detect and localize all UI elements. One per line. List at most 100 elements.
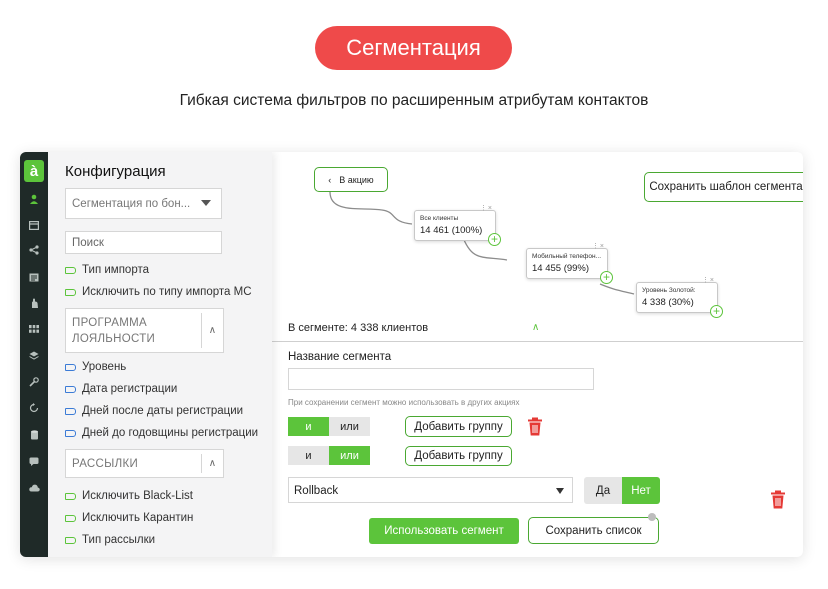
back-button[interactable]: ‹ В акцию [314, 167, 388, 192]
app-logo[interactable]: à [24, 160, 44, 182]
tag-icon [65, 536, 76, 544]
list-item-registration-date[interactable]: Дата регистрации [65, 383, 177, 395]
configuration-panel: Конфигурация Сегментация по бон... Поиск… [48, 152, 272, 557]
chevron-down-icon [556, 488, 564, 494]
list-item-exclude-quarantine[interactable]: Исключить Карантин [65, 512, 193, 524]
accordion-mailings[interactable]: РАССЫЛКИ ∧ [65, 449, 224, 478]
segment-name-hint: При сохранении сегмент можно использоват… [288, 398, 520, 407]
panel-title: Конфигурация [65, 163, 166, 180]
node-controls[interactable]: ⋮× [480, 204, 493, 212]
chevron-left-icon: ‹ [328, 174, 332, 185]
sync-icon[interactable] [28, 403, 40, 413]
share-icon[interactable] [28, 245, 40, 255]
trash-icon[interactable] [769, 490, 787, 509]
resize-handle[interactable] [648, 513, 656, 521]
segment-select-value: Сегментация по бон... [72, 198, 191, 210]
no-option[interactable]: Нет [622, 477, 660, 504]
accordion-label: РАССЫЛКИ [72, 458, 139, 470]
use-segment-button[interactable]: Использовать сегмент [369, 518, 519, 544]
rollback-select[interactable]: Rollback [288, 477, 573, 503]
chat-icon[interactable] [28, 456, 40, 466]
chevron-down-icon [201, 200, 211, 206]
node-title: Все клиенты [420, 215, 459, 222]
add-node-icon[interactable]: + [710, 305, 723, 318]
save-list-label: Сохранить список [545, 524, 642, 537]
tag-icon [65, 492, 76, 500]
chevron-up-icon[interactable]: ∧ [201, 454, 223, 473]
segment-select[interactable]: Сегментация по бон... [65, 188, 222, 219]
segment-count: В сегменте: 4 338 клиентов [288, 322, 429, 334]
tag-icon [65, 363, 76, 371]
tag-icon [65, 288, 76, 296]
yes-option[interactable]: Да [584, 477, 622, 504]
node-value: 14 461 (100%) [420, 225, 483, 236]
add-node-icon[interactable]: + [600, 271, 613, 284]
and-option[interactable]: и [288, 446, 329, 465]
save-template-label: Сохранить шаблон сегмента [649, 181, 803, 193]
flow-node[interactable]: ⋮× Уровень Золотой: 4 338 (30%) + [636, 277, 723, 318]
user-icon[interactable] [28, 194, 40, 204]
list-item-mailing-type[interactable]: Тип рассылки [65, 534, 155, 546]
node-title: Уровень Золотой: [642, 287, 696, 294]
window-icon[interactable] [28, 220, 40, 230]
node-controls[interactable]: ⋮× [592, 242, 605, 250]
list-item-label: Исключить по типу импорта МС [82, 286, 252, 298]
wrench-icon[interactable] [28, 377, 40, 387]
tag-icon [65, 429, 76, 437]
flow-node[interactable]: ⋮× Мобильный телефон... 14 455 (99%) + [526, 243, 613, 284]
grid-icon[interactable] [28, 324, 40, 334]
cloud-icon[interactable] [28, 483, 40, 493]
and-or-toggle[interactable]: и или [288, 417, 370, 436]
section-subtitle: Гибкая система фильтров по расширенным а… [179, 92, 649, 109]
list-item-exclude-blacklist[interactable]: Исключить Black-List [65, 490, 193, 502]
chevron-up-icon[interactable]: ∧ [532, 322, 539, 333]
node-value: 14 455 (99%) [532, 263, 590, 274]
section-badge: Сегментация [315, 26, 512, 70]
list-item-label: Исключить Карантин [82, 512, 194, 524]
search-input[interactable]: Поиск [65, 231, 222, 254]
accordion-label: ПРОГРАММА [72, 317, 147, 329]
tag-icon [65, 514, 76, 522]
icon-rail: à [20, 152, 48, 557]
chevron-up-icon[interactable]: ∧ [201, 313, 223, 348]
add-group-button[interactable]: Добавить группу [405, 416, 512, 437]
trash-icon[interactable] [526, 417, 544, 436]
yes-no-toggle[interactable]: Да Нет [584, 477, 660, 504]
app-window: à Конфигурация Сегментация по бон... Пои… [20, 152, 803, 557]
segment-editor: ‹ В акцию Сохранить шаблон сегмента ⋮× В… [272, 152, 803, 557]
node-value: 4 338 (30%) [642, 297, 694, 308]
back-button-label: В акцию [339, 174, 374, 185]
list-item-label: Дней до годовщины регистрации [82, 427, 259, 439]
list-item-import-type[interactable]: Тип импорта [65, 264, 149, 276]
and-or-toggle[interactable]: и или [288, 446, 370, 465]
flow-node[interactable]: ⋮× Все клиенты 14 461 (100%) + [414, 205, 501, 246]
cylinder-icon[interactable] [28, 430, 40, 440]
list-item-level[interactable]: Уровень [65, 361, 126, 373]
list-icon[interactable] [28, 272, 40, 282]
layers-icon[interactable] [28, 350, 40, 360]
hand-icon[interactable] [28, 298, 40, 308]
list-item-days-to-anniversary[interactable]: Дней до годовщины регистрации [65, 427, 258, 439]
add-group-button[interactable]: Добавить группу [405, 446, 512, 466]
or-option[interactable]: или [329, 417, 370, 436]
segment-name-label: Название сегмента [288, 351, 392, 363]
save-list-button[interactable]: Сохранить список [528, 517, 659, 544]
list-item-label: Исключить Black-List [82, 490, 193, 502]
list-item-label: Тип импорта [82, 264, 149, 276]
use-segment-label: Использовать сегмент [384, 525, 504, 537]
tag-icon [65, 266, 76, 274]
rollback-select-value: Rollback [294, 485, 339, 497]
segment-name-input[interactable] [288, 368, 594, 390]
list-item-days-after-registration[interactable]: Дней после даты регистрации [65, 405, 243, 417]
accordion-loyalty[interactable]: ПРОГРАММА ЛОЯЛЬНОСТИ ∧ [65, 308, 224, 353]
list-item-exclude-import[interactable]: Исключить по типу импорта МС [65, 286, 252, 298]
node-controls[interactable]: ⋮× [702, 276, 715, 284]
tag-icon [65, 385, 76, 393]
and-option[interactable]: и [288, 417, 329, 436]
divider [272, 341, 803, 342]
save-template-button[interactable]: Сохранить шаблон сегмента [644, 172, 803, 202]
list-item-label: Дней после даты регистрации [82, 405, 244, 417]
add-node-icon[interactable]: + [488, 233, 501, 246]
or-option[interactable]: или [329, 446, 370, 465]
add-group-label: Добавить группу [414, 420, 503, 433]
